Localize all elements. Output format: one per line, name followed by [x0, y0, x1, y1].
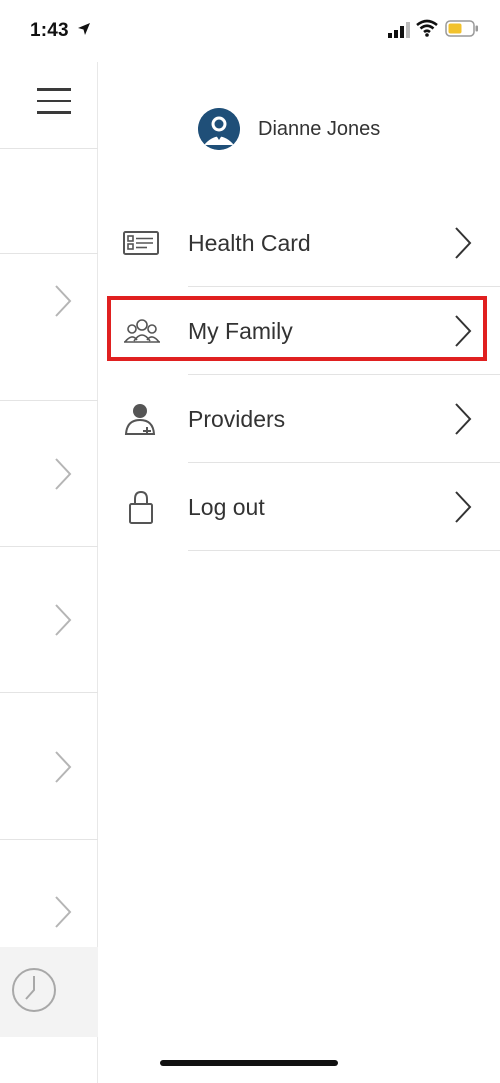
user-name: Dianne Jones — [258, 117, 381, 140]
chevron-right-icon — [455, 227, 472, 259]
home-indicator[interactable] — [160, 1060, 338, 1066]
menu-item-label: Health Card — [188, 230, 311, 256]
status-time: 1:43 — [30, 20, 69, 41]
status-bar: 1:43 — [0, 0, 500, 62]
chevron-right-icon[interactable] — [54, 895, 72, 929]
clock-icon[interactable] — [10, 966, 58, 1014]
background-panel — [0, 62, 98, 1083]
menu-item-label: Providers — [188, 406, 286, 432]
user-header[interactable]: Dianne Jones — [198, 108, 380, 150]
menu-item-label: Log out — [188, 494, 265, 520]
menu-divider — [188, 550, 500, 551]
chevron-right-icon — [455, 315, 472, 347]
location-arrow-icon — [78, 23, 90, 35]
avatar — [198, 108, 240, 150]
chevron-right-icon — [455, 403, 472, 435]
screen: 1:43 Dianne Jones Health Card My Family … — [0, 0, 500, 1083]
hamburger-menu-icon[interactable] — [37, 88, 73, 116]
side-drawer: Dianne Jones Health Card My Family Provi… — [98, 62, 500, 1083]
chevron-right-icon — [455, 491, 472, 523]
menu-item-label: My Family — [188, 318, 293, 344]
background-divider — [0, 253, 98, 254]
chevron-right-icon[interactable] — [54, 457, 72, 491]
battery-icon — [445, 20, 478, 37]
chevron-right-icon[interactable] — [54, 603, 72, 637]
menu-item-my-family[interactable]: My Family — [98, 287, 500, 375]
background-divider — [0, 839, 98, 840]
background-divider — [0, 546, 98, 547]
menu-item-providers[interactable]: Providers — [98, 375, 500, 463]
chevron-right-icon[interactable] — [54, 750, 72, 784]
user-avatar-icon — [198, 108, 240, 150]
wifi-icon — [416, 19, 438, 37]
family-icon — [124, 319, 160, 343]
doctor-icon — [124, 404, 156, 435]
menu-item-log-out[interactable]: Log out — [98, 463, 500, 551]
background-divider — [0, 148, 98, 149]
menu-item-health-card[interactable]: Health Card — [98, 199, 500, 287]
cellular-signal-icon — [388, 22, 410, 38]
id-card-icon — [123, 231, 159, 255]
chevron-right-icon[interactable] — [54, 284, 72, 318]
background-divider — [0, 400, 98, 401]
lock-icon — [129, 490, 153, 524]
background-divider — [0, 692, 98, 693]
